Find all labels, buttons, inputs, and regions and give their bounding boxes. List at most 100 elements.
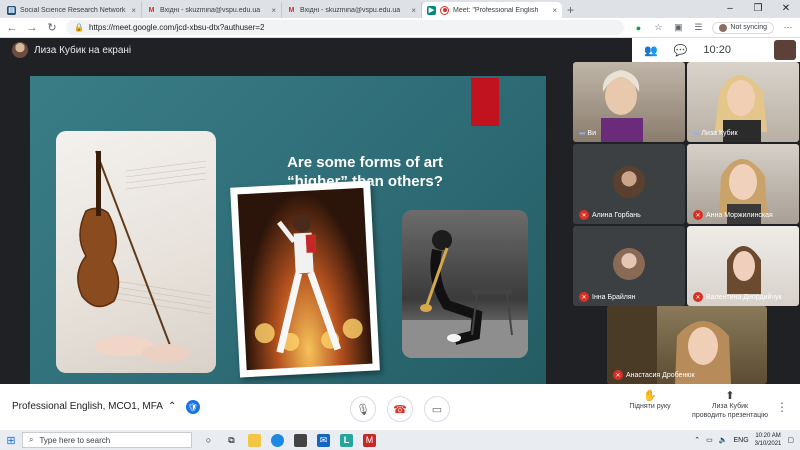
people-icon[interactable]: 👥	[644, 44, 658, 57]
hand-icon: ✋	[643, 390, 657, 402]
language-indicator[interactable]: ENG	[734, 437, 749, 444]
close-window-icon[interactable]: ✕	[772, 0, 800, 18]
ssrn-icon: ▤	[7, 5, 16, 15]
mic-off-icon: ✕	[613, 370, 623, 380]
collections-icon[interactable]: ▣	[672, 22, 684, 34]
camera-button[interactable]: ▭	[424, 396, 450, 422]
reload-icon[interactable]: ↻	[46, 21, 58, 34]
url-text: https://meet.google.com/jcd-xbsu-dtx?aut…	[88, 23, 265, 32]
participant-avatar	[613, 166, 645, 198]
participant-tile-anna[interactable]: ✕ Анна Моржилинская	[687, 144, 799, 224]
tab-label: Вхідні - skuzmina@vspu.edu.ua	[160, 6, 261, 14]
participant-name-tag: ••• Ви	[579, 129, 596, 138]
chevron-up-icon: ⌃	[167, 401, 177, 412]
search-icon: ⌕	[29, 435, 34, 444]
end-call-button[interactable]: ☎	[387, 396, 413, 422]
gmail-icon: M	[288, 6, 295, 14]
tab-gmail-1[interactable]: M Вхідні - skuzmina@vspu.edu.ua ×	[142, 2, 282, 18]
participant-name-tag: ✕ Інна Брайлян	[579, 292, 636, 302]
meet-stage: Лиза Кубик на екрані 👥 💬 10:20 Are some …	[0, 38, 800, 406]
tray-expand-icon[interactable]: ⌃	[694, 436, 700, 444]
minimize-icon[interactable]: –	[716, 0, 744, 18]
forward-icon[interactable]: →	[26, 22, 38, 34]
mic-off-icon: ✕	[693, 292, 703, 302]
meeting-name: Professional English, МСО1, МFA	[12, 401, 163, 412]
tab-ssrn[interactable]: ▤ Social Science Research Network ×	[2, 2, 142, 18]
host-controls-shield-icon[interactable]: 🛡	[186, 400, 200, 414]
slide-title-line-1: Are some forms of art	[287, 154, 443, 171]
participant-tile-liza[interactable]: ••• Лиза Кубик	[687, 62, 799, 142]
more-menu-icon[interactable]: ⋯	[782, 22, 794, 34]
calculator-icon[interactable]	[294, 433, 307, 447]
sync-status-button[interactable]: Not syncing	[712, 21, 774, 34]
profile-avatar	[719, 23, 728, 32]
participant-name-tag: ✕ Анна Моржилинская	[693, 210, 773, 220]
meet-control-bar: Professional English, МСО1, МFA ⌃ 🛡 🎙 ☎ …	[0, 384, 800, 430]
participant-tile-anastasia[interactable]: ✕ Анастасия Дробенюк	[607, 306, 767, 384]
task-view-icon[interactable]: ○	[202, 434, 215, 447]
shield-app-icon[interactable]: M	[363, 433, 376, 447]
reading-list-icon[interactable]: ☰	[692, 22, 704, 34]
meeting-details-button[interactable]: Professional English, МСО1, МFA ⌃	[12, 401, 176, 412]
participant-name-tag: ✕ Алина Горбань	[579, 210, 641, 220]
network-icon[interactable]: ▭	[706, 436, 713, 444]
close-tab-icon[interactable]: ×	[552, 6, 557, 15]
meeting-clock: 10:20	[703, 44, 731, 56]
address-bar: ← → ↻ 🔒 https://meet.google.com/jcd-xbsu…	[0, 18, 800, 38]
participant-tile-self[interactable]: ••• Ви	[573, 62, 685, 142]
participant-name-tag: ✕ Валентина Диордийчук	[693, 292, 782, 302]
windows-taskbar: ⊞ ⌕ Type here to search ○ ⧉ ✉ L M ⌃ ▭ 🔈 …	[0, 430, 800, 450]
windows-start-icon[interactable]: ⊞	[0, 434, 22, 447]
participant-tile-alina[interactable]: ✕ Алина Горбань	[573, 144, 685, 224]
presenter-avatar	[12, 42, 28, 58]
volume-icon[interactable]: 🔈	[719, 436, 728, 444]
presentation-status-button[interactable]: ⬆ Лиза Кубик проводить презентацію	[690, 391, 770, 420]
extension-icon[interactable]: ●	[632, 22, 644, 34]
lock-icon[interactable]: 🔒	[74, 23, 84, 32]
speaking-indicator-icon: •••	[693, 129, 699, 138]
presenting-label-line2: проводить презентацію	[692, 412, 768, 419]
mic-off-icon: ✕	[579, 292, 589, 302]
raise-hand-button[interactable]: ✋ Підняти руку	[620, 390, 680, 411]
file-explorer-icon[interactable]	[248, 433, 261, 447]
close-tab-icon[interactable]: ×	[131, 6, 136, 15]
url-input[interactable]: 🔒 https://meet.google.com/jcd-xbsu-dtx?a…	[66, 20, 625, 35]
task-switch-icon[interactable]: ⧉	[225, 434, 238, 447]
tab-label: Вхідні - skuzmina@vspu.edu.ua	[300, 6, 401, 14]
back-icon[interactable]: ←	[6, 22, 18, 34]
mic-off-icon: ✕	[693, 210, 703, 220]
tray-date: 3/10/2021	[754, 441, 782, 447]
pinned-apps: ○ ⧉ ✉ L M	[202, 433, 376, 447]
clock[interactable]: 10:20 AM 3/10/2021	[755, 432, 782, 448]
edge-icon[interactable]	[271, 433, 284, 447]
presenting-label-line1: Лиза Кубик	[711, 403, 749, 410]
maximize-icon[interactable]: ❐	[744, 0, 772, 18]
tab-meet[interactable]: ▶ Meet: "Professional English ×	[422, 2, 562, 18]
presenter-label: Лиза Кубик на екрані	[34, 44, 132, 56]
meet-icon: ▶	[427, 5, 436, 15]
window-controls: – ❐ ✕	[716, 0, 800, 18]
favorite-star-icon[interactable]: ☆	[652, 22, 664, 34]
chat-icon[interactable]: 💬	[674, 44, 688, 57]
violin-image	[56, 131, 216, 373]
trumpet-player-photo	[402, 210, 528, 358]
participant-name-tag: ✕ Анастасия Дробенюк	[613, 370, 695, 380]
presentation-slide: Are some forms of art “higher” than othe…	[30, 76, 546, 406]
gmail-icon: M	[148, 6, 155, 14]
microphone-button[interactable]: 🎙	[350, 396, 376, 422]
l-app-icon[interactable]: L	[340, 433, 353, 447]
participant-tile-valentina[interactable]: ✕ Валентина Диордийчук	[687, 226, 799, 306]
recording-icon	[440, 5, 449, 15]
rock-concert-photo	[230, 180, 380, 378]
close-tab-icon[interactable]: ×	[271, 6, 276, 15]
taskbar-search-input[interactable]: ⌕ Type here to search	[22, 432, 192, 448]
mail-icon[interactable]: ✉	[317, 433, 330, 447]
mic-off-icon: ✕	[579, 210, 589, 220]
new-tab-button[interactable]: +	[567, 2, 574, 18]
participant-tile-inna[interactable]: ✕ Інна Брайлян	[573, 226, 685, 306]
more-options-icon[interactable]: ⋮	[776, 400, 788, 414]
meet-top-panel: 👥 💬 10:20	[632, 38, 800, 62]
close-tab-icon[interactable]: ×	[411, 6, 416, 15]
notifications-icon[interactable]: ▢	[787, 436, 794, 444]
tab-gmail-2[interactable]: M Вхідні - skuzmina@vspu.edu.ua ×	[282, 2, 422, 18]
